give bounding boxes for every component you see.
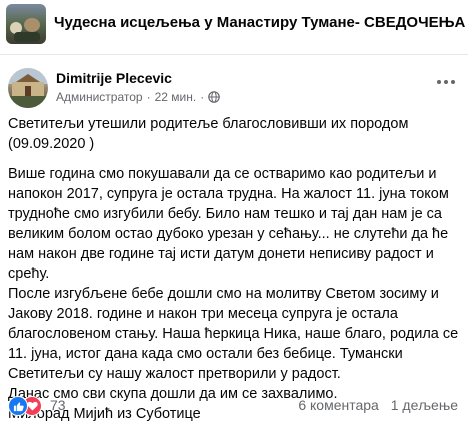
author-role: Администратор — [56, 90, 143, 104]
post-header: Dimitrije Plecevic Администратор · 22 ми… — [0, 62, 468, 114]
author-name[interactable]: Dimitrije Plecevic — [56, 70, 172, 86]
like-icon — [8, 396, 28, 416]
group-title[interactable]: Чудесна исцељења у Манастиру Тумане- СВЕ… — [54, 14, 465, 31]
reaction-icons[interactable] — [8, 396, 44, 416]
post-stats: 6 коментара 1 дељење — [298, 397, 458, 413]
post-headline: Светитељи утешили родитеље благословивши… — [8, 116, 409, 152]
post-meta: Администратор · 22 мин. · — [56, 90, 220, 104]
globe-icon — [208, 91, 220, 103]
meta-separator-2: · — [200, 90, 205, 104]
avatar-image — [8, 68, 48, 108]
group-header: Чудесна исцељења у Манастиру Тумане- СВЕ… — [0, 0, 468, 60]
divider — [0, 54, 468, 55]
post-paragraph: Више година смо покушавали да се оствари… — [8, 166, 449, 282]
post-footer: 73 6 коментара 1 дељење — [0, 390, 468, 424]
post-body: Светитељи утешили родитеље благословивши… — [8, 114, 460, 424]
meta-separator: · — [146, 90, 151, 104]
reactions-count[interactable]: 73 — [50, 397, 66, 413]
avatar[interactable] — [8, 68, 48, 108]
comments-count[interactable]: 6 коментара — [298, 397, 379, 413]
post-paragraph: После изгубљене бебе дошли смо на молитв… — [8, 286, 459, 382]
group-cover-thumbnail[interactable] — [6, 4, 46, 44]
shares-count[interactable]: 1 дељење — [391, 397, 458, 413]
more-options-icon[interactable] — [434, 74, 458, 90]
post-time[interactable]: 22 мин. — [155, 90, 197, 104]
